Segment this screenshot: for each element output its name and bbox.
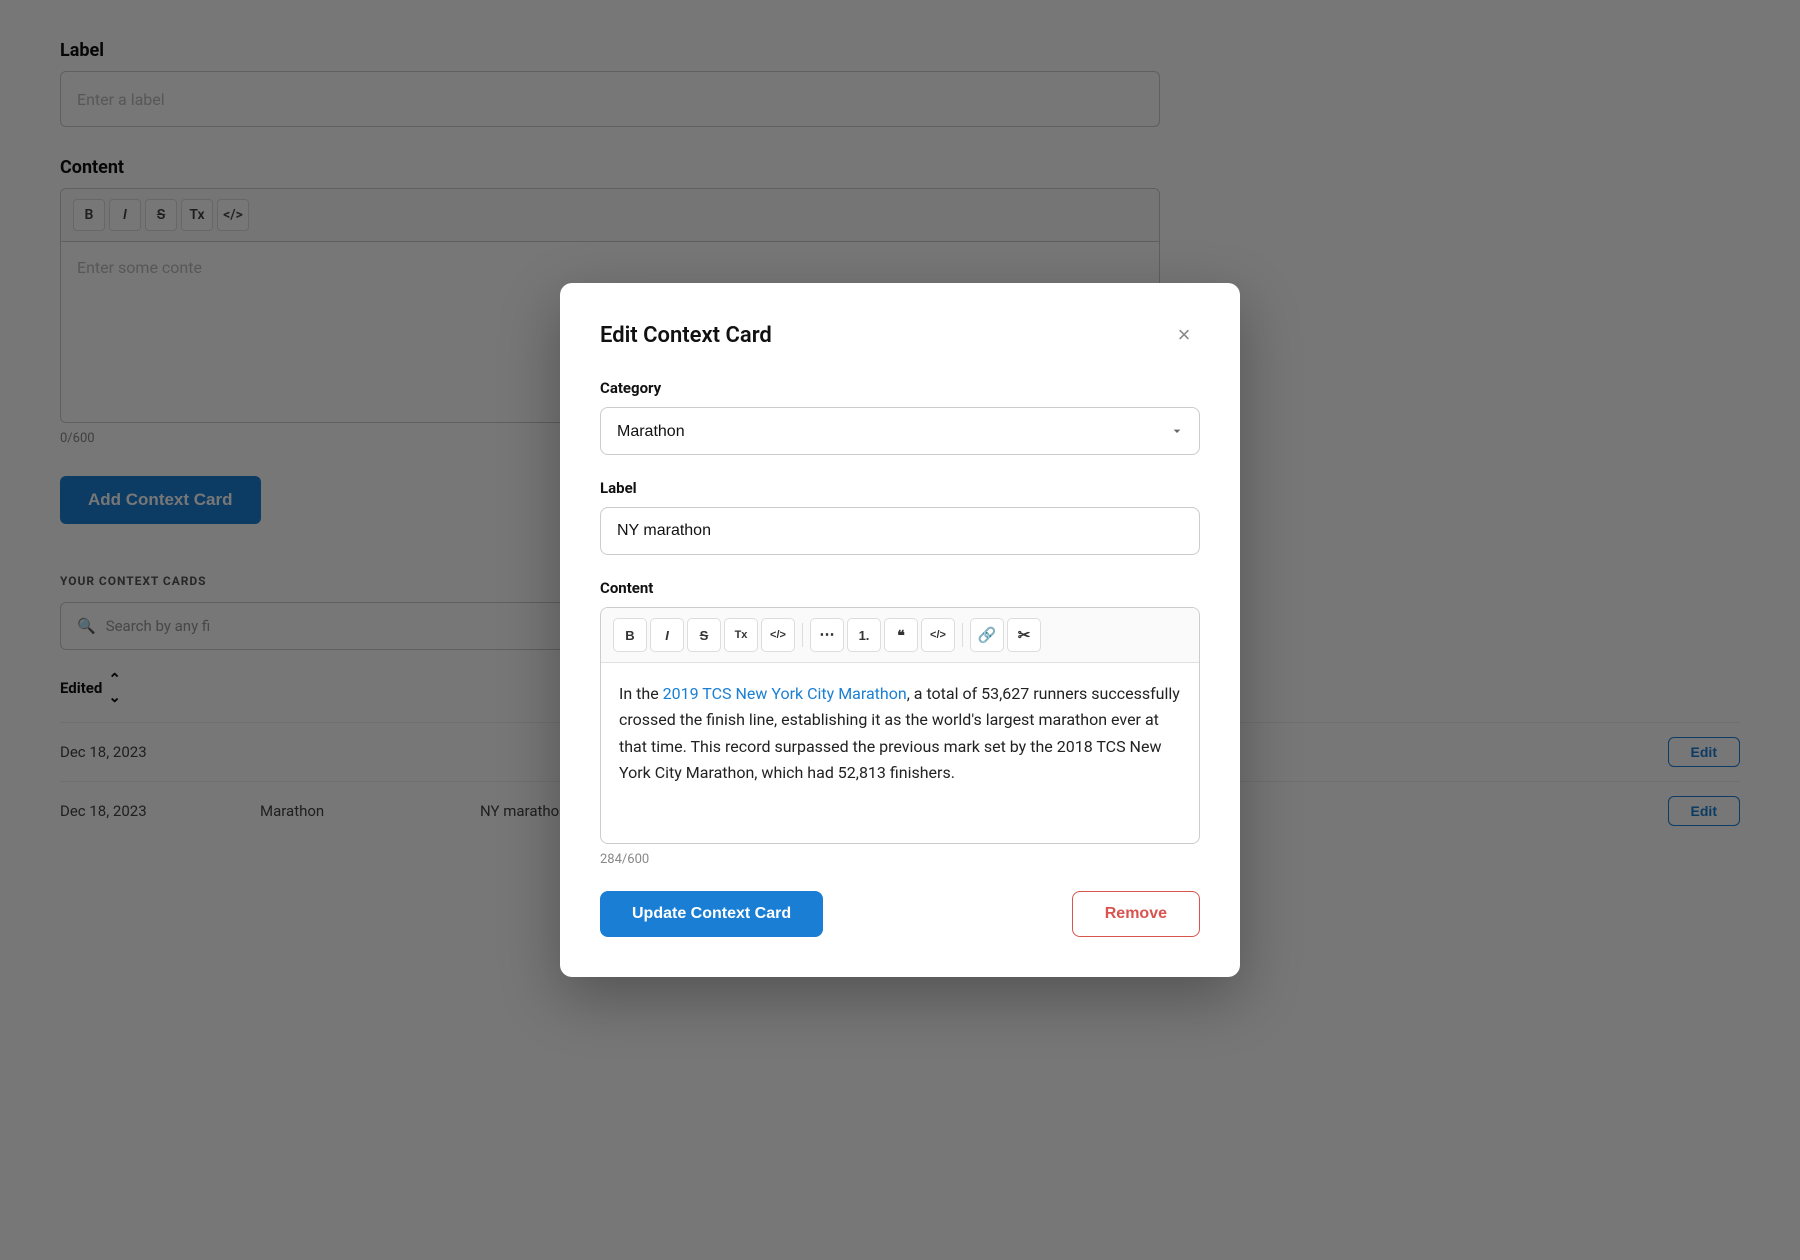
toolbar-separator-1: [802, 623, 803, 647]
label-input[interactable]: [600, 507, 1200, 555]
unlink-btn[interactable]: ✂: [1007, 618, 1041, 652]
toolbar-separator-2: [962, 623, 963, 647]
category-field-group: Category Marathon Running Sports Events: [600, 379, 1200, 455]
clear-format-btn[interactable]: Tx: [724, 618, 758, 652]
blockquote-btn[interactable]: ❝: [884, 618, 918, 652]
link-btn[interactable]: 🔗: [970, 618, 1004, 652]
code-btn[interactable]: </>: [761, 618, 795, 652]
content-toolbar: B I S Tx </> ⋅⋅⋅ 1. ❝ </> 🔗 ✂: [601, 608, 1199, 663]
ordered-list-btn[interactable]: 1.: [847, 618, 881, 652]
content-label: Content: [600, 579, 1200, 597]
content-editor-area[interactable]: In the 2019 TCS New York City Marathon, …: [601, 663, 1199, 843]
html-btn[interactable]: </>: [921, 618, 955, 652]
edit-context-card-modal: Edit Context Card × Category Marathon Ru…: [560, 283, 1240, 977]
content-editor-container: B I S Tx </> ⋅⋅⋅ 1. ❝ </> 🔗 ✂: [600, 607, 1200, 844]
category-label: Category: [600, 379, 1200, 397]
modal-footer: Update Context Card Remove: [600, 891, 1200, 937]
update-context-card-button[interactable]: Update Context Card: [600, 891, 823, 937]
bold-btn[interactable]: B: [613, 618, 647, 652]
remove-button[interactable]: Remove: [1072, 891, 1200, 937]
bullet-list-btn[interactable]: ⋅⋅⋅: [810, 618, 844, 652]
label-field-label: Label: [600, 479, 1200, 497]
modal-header: Edit Context Card ×: [600, 319, 1200, 351]
char-count: 284/600: [600, 852, 1200, 867]
modal-overlay: Edit Context Card × Category Marathon Ru…: [0, 0, 1800, 1260]
strikethrough-btn[interactable]: S: [687, 618, 721, 652]
modal-close-button[interactable]: ×: [1168, 319, 1200, 351]
modal-title: Edit Context Card: [600, 323, 772, 348]
category-select[interactable]: Marathon Running Sports Events: [600, 407, 1200, 455]
category-select-wrapper: Marathon Running Sports Events: [600, 407, 1200, 455]
content-link[interactable]: 2019 TCS New York City Marathon: [663, 684, 907, 703]
italic-btn[interactable]: I: [650, 618, 684, 652]
label-field-group: Label: [600, 479, 1200, 555]
content-field-group: Content B I S Tx </> ⋅⋅⋅ 1. ❝ </>: [600, 579, 1200, 867]
